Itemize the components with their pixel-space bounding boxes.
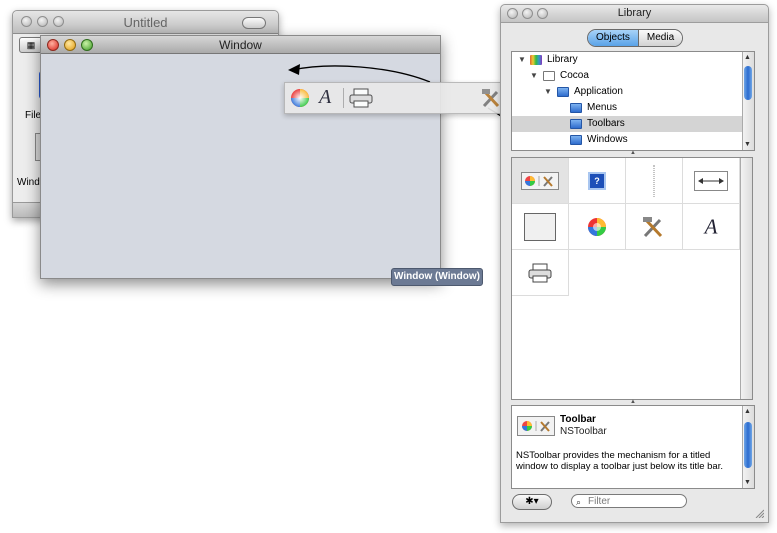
folder-icon: [570, 135, 582, 145]
colors-icon: [588, 217, 606, 236]
action-menu-button[interactable]: ✱▾: [512, 494, 552, 510]
grid-item-customize[interactable]: [626, 204, 683, 250]
tree-item-toolbars[interactable]: Toolbars: [512, 116, 754, 132]
disclosure-triangle-icon[interactable]: ▼: [544, 84, 552, 100]
grid-item-custom-view[interactable]: [512, 204, 569, 250]
filter-search-field[interactable]: ⌕ Filter: [571, 494, 687, 508]
fonts-icon: A: [704, 214, 718, 238]
tree-item-label: Windows: [587, 134, 628, 145]
library-tree[interactable]: ▼ Library ▼ Cocoa ▼ Application Menus To…: [511, 51, 755, 151]
disclosure-triangle-icon[interactable]: ▼: [530, 68, 538, 84]
space-icon: [694, 170, 728, 191]
tree-item-menus[interactable]: Menus: [512, 100, 754, 116]
scroll-up-icon[interactable]: ▲: [744, 408, 751, 415]
scroll-thumb[interactable]: [744, 422, 752, 468]
library-panel: Library Objects Media ▼ Library ▼ Cocoa …: [500, 4, 769, 523]
customize-icon: [643, 216, 663, 237]
folder-icon: [557, 87, 569, 97]
dragged-toolbar[interactable]: A: [284, 82, 508, 114]
search-icon: ⌕: [576, 497, 582, 507]
help-icon: ?: [588, 171, 606, 190]
resize-grip-icon[interactable]: [754, 508, 764, 518]
gear-icon: ✱▾: [525, 496, 539, 507]
scroll-thumb[interactable]: [744, 66, 752, 100]
tree-item-application[interactable]: ▼ Application: [512, 84, 754, 100]
fonts-icon: A: [319, 86, 332, 108]
filter-placeholder: Filter: [588, 496, 611, 507]
folder-icon: [543, 71, 555, 81]
info-scrollbar[interactable]: ▲ ▼: [742, 406, 754, 488]
objects-tab[interactable]: Objects: [588, 30, 638, 46]
toolbar-icon: [521, 171, 559, 190]
media-tab[interactable]: Media: [637, 30, 683, 46]
tree-item-label: Toolbars: [587, 118, 625, 129]
tree-item-label: Cocoa: [560, 70, 589, 81]
object-title: Toolbar: [560, 414, 596, 425]
grid-item-colors[interactable]: [569, 204, 626, 250]
grid-scrollbar[interactable]: [740, 158, 752, 399]
grid-item-space[interactable]: [683, 158, 740, 204]
tree-scrollbar[interactable]: ▲ ▼: [742, 52, 754, 150]
grid-item-separator[interactable]: [626, 158, 683, 204]
separator: [343, 88, 344, 108]
objects-media-segmented-control[interactable]: Objects Media: [587, 29, 684, 47]
separator-icon: [653, 164, 655, 197]
tree-item-library[interactable]: ▼ Library: [512, 52, 754, 68]
splitter-handle[interactable]: ▲: [511, 150, 755, 156]
folder-icon: [570, 103, 582, 113]
library-object-grid[interactable]: ? A: [511, 157, 753, 400]
grid-item-print[interactable]: [512, 250, 569, 296]
tree-item-windows[interactable]: Windows: [512, 132, 754, 148]
object-description: NSToolbar provides the mechanism for a t…: [516, 450, 723, 472]
scroll-up-icon[interactable]: ▲: [744, 54, 751, 61]
tree-item-label: Application: [574, 86, 623, 97]
grid-item-toolbar[interactable]: [512, 158, 569, 204]
folder-icon: [570, 119, 582, 129]
grid-item-fonts[interactable]: A: [683, 204, 740, 250]
disclosure-triangle-icon[interactable]: ▼: [518, 52, 526, 68]
library-icon: [530, 55, 542, 65]
scroll-down-icon[interactable]: ▼: [744, 141, 751, 148]
object-info-pane: Toolbar NSToolbar NSToolbar provides the…: [511, 405, 755, 489]
scroll-down-icon[interactable]: ▼: [744, 479, 751, 486]
tree-item-label: Menus: [587, 102, 618, 113]
print-icon: [528, 263, 552, 282]
library-titlebar[interactable]: Library: [501, 5, 768, 23]
tree-item-label: Library: [547, 54, 578, 65]
colors-icon: [291, 89, 309, 107]
grid-item-help[interactable]: ?: [569, 158, 626, 204]
object-class-name: NSToolbar: [560, 426, 607, 437]
tree-item-cocoa[interactable]: ▼ Cocoa: [512, 68, 754, 84]
toolbar-icon: [517, 416, 555, 436]
library-title: Library: [617, 7, 652, 19]
custom-view-icon: [524, 212, 556, 241]
print-icon: [349, 88, 373, 108]
